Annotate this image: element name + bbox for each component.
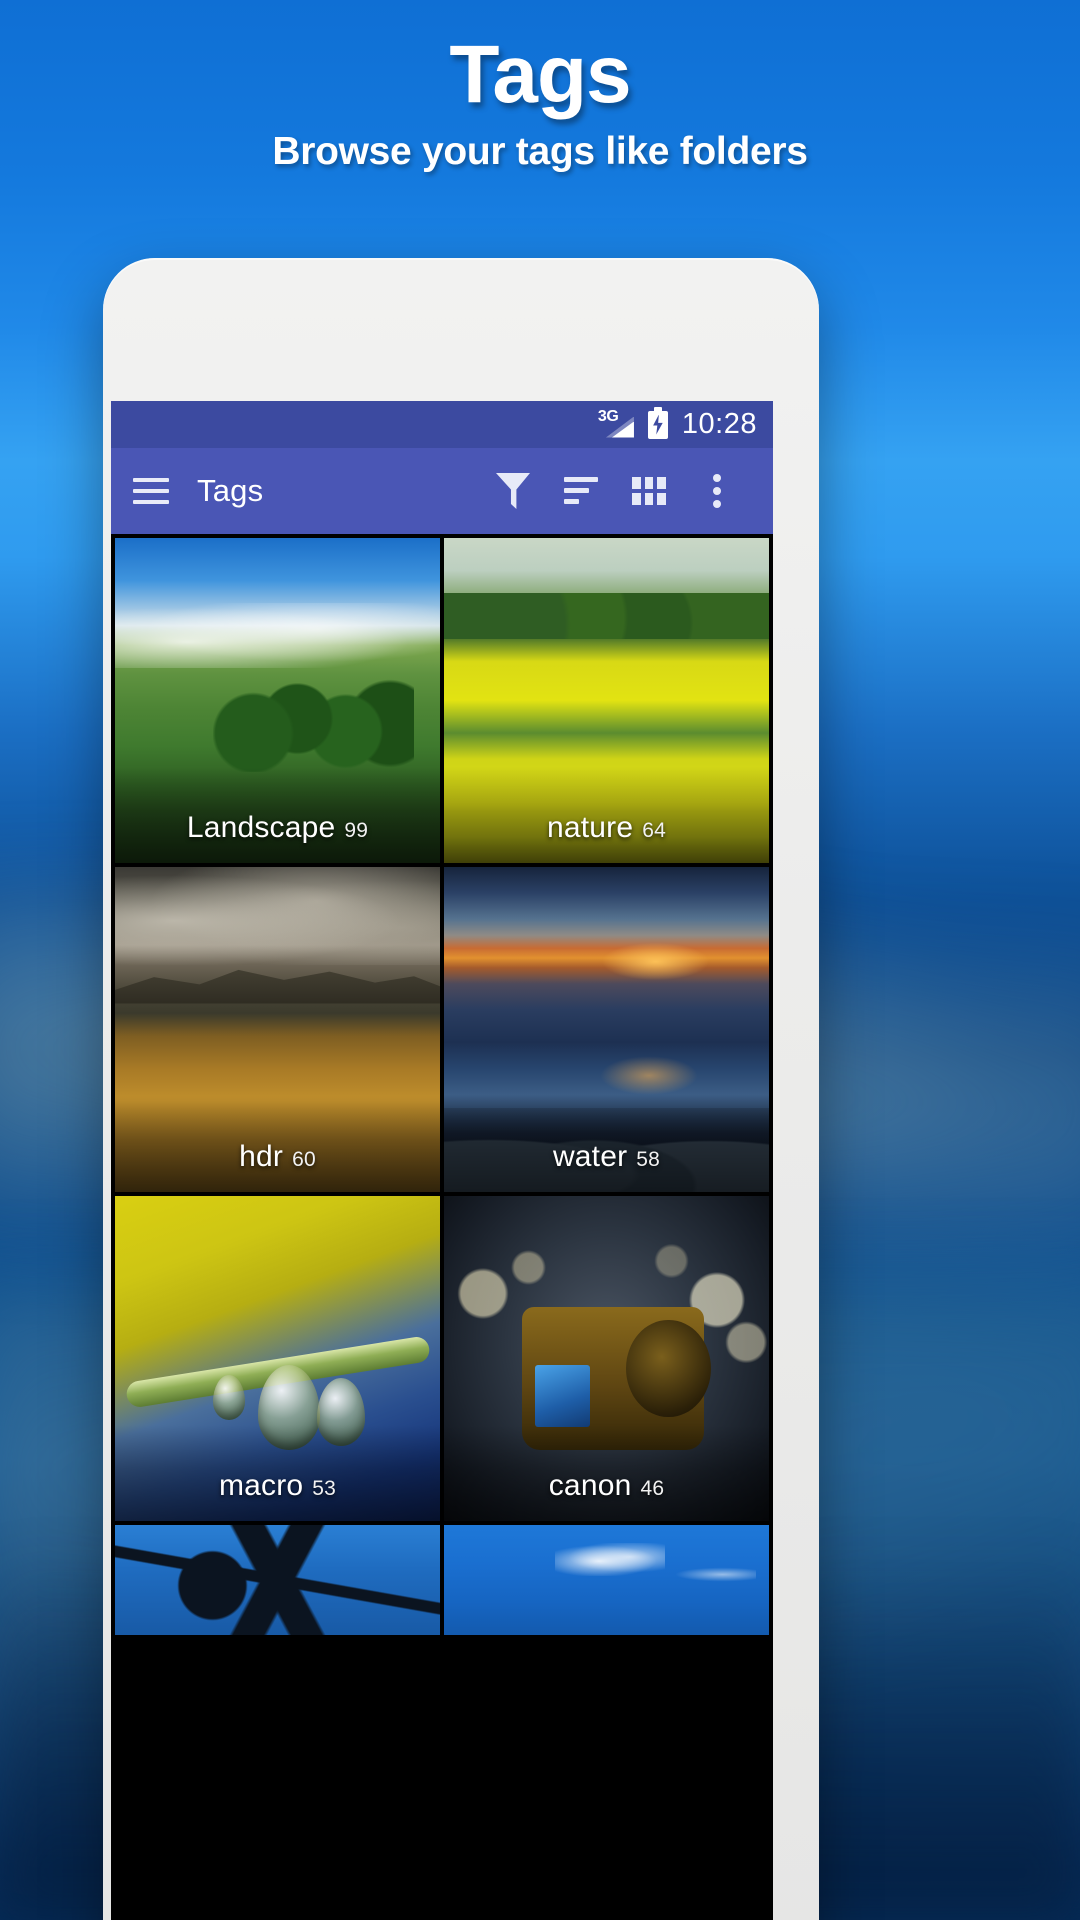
tag-label: macro 53 <box>115 1469 440 1503</box>
charging-bolt-icon <box>653 414 663 435</box>
hamburger-bar <box>133 489 169 493</box>
grid-cell <box>644 477 654 489</box>
grid-cell <box>657 477 666 489</box>
tag-name: canon <box>548 1469 632 1502</box>
status-bar: 3G 10:28 <box>111 401 773 448</box>
tag-name: hdr <box>239 1140 284 1173</box>
tag-name: water <box>552 1140 628 1173</box>
sort-line <box>564 488 589 493</box>
tag-thumbnail <box>115 1525 440 1635</box>
app-toolbar: Tags <box>111 448 773 534</box>
status-bar-right: 3G 10:28 <box>597 406 757 441</box>
tag-tile[interactable]: nature 64 <box>444 538 769 863</box>
sort-line <box>564 477 598 482</box>
signal-icon: 3G <box>597 407 634 440</box>
battery-charging-icon <box>647 406 668 439</box>
thumbnail-detail <box>115 1525 440 1635</box>
status-bar-clock: 10:28 <box>681 408 757 440</box>
overflow-dots-icon <box>713 474 721 508</box>
phone-screen: 3G 10:28 Tags Landscape 99 nature 64 hdr… <box>111 401 773 1920</box>
thumbnail-detail <box>600 1055 698 1095</box>
filter-button[interactable] <box>479 457 547 525</box>
sort-line <box>564 499 579 504</box>
tag-tile-partial[interactable] <box>444 1525 769 1635</box>
filter-funnel-icon <box>496 473 530 509</box>
tag-label: hdr 60 <box>115 1140 440 1174</box>
thumbnail-detail <box>554 1542 665 1576</box>
thumbnail-detail <box>115 867 440 965</box>
page-title: Tags <box>449 29 631 120</box>
tag-label: Landscape 99 <box>115 811 440 845</box>
page-subtitle: Browse your tags like folders <box>272 130 808 174</box>
tag-tile[interactable]: hdr 60 <box>115 867 440 1192</box>
hamburger-menu-icon[interactable] <box>133 478 169 504</box>
screenshot-stage: Tags Browse your tags like folders 3G 10… <box>0 0 1080 1920</box>
tag-label: water 58 <box>444 1140 769 1174</box>
sort-button[interactable] <box>547 457 615 525</box>
hero-block: Tags Browse your tags like folders <box>0 0 1080 174</box>
tag-count: 58 <box>636 1148 661 1171</box>
tag-thumbnail <box>444 1525 769 1635</box>
overflow-dot <box>713 474 721 482</box>
tag-count: 53 <box>312 1477 337 1500</box>
hamburger-bar <box>133 478 169 482</box>
thumbnail-detail <box>535 1365 591 1427</box>
thumbnail-detail <box>212 674 414 772</box>
tag-name: macro <box>218 1469 304 1502</box>
tag-count: 60 <box>292 1148 316 1171</box>
overflow-dot <box>713 487 721 495</box>
grid-cell <box>657 493 666 505</box>
grid-size-button[interactable] <box>615 457 683 525</box>
grid-cell <box>632 477 641 489</box>
tag-name: nature <box>546 811 634 844</box>
tag-count: 99 <box>344 819 369 842</box>
thumbnail-detail <box>671 1566 756 1583</box>
tag-tile-partial[interactable] <box>115 1525 440 1635</box>
tag-count: 64 <box>642 819 667 842</box>
tag-count: 46 <box>640 1477 665 1500</box>
toolbar-title: Tags <box>197 473 264 508</box>
network-type-label: 3G <box>597 407 619 425</box>
thumbnail-detail <box>626 1319 711 1417</box>
tag-tile[interactable]: water 58 <box>444 867 769 1192</box>
grid-cell <box>644 493 654 505</box>
thumbnail-detail <box>600 941 711 981</box>
thumbnail-detail <box>212 1374 245 1421</box>
phone-top-bezel <box>103 258 819 401</box>
grid-icon <box>632 477 666 505</box>
tag-tile[interactable]: Landscape 99 <box>115 538 440 863</box>
tag-name: Landscape <box>186 811 336 844</box>
tag-tile[interactable]: canon 46 <box>444 1196 769 1521</box>
overflow-menu-button[interactable] <box>683 457 751 525</box>
tag-grid: Landscape 99 nature 64 hdr 60 water 58 m… <box>111 534 773 1635</box>
sort-lines-icon <box>564 477 598 505</box>
phone-mockup: 3G 10:28 Tags Landscape 99 nature 64 hdr… <box>103 258 819 1920</box>
thumbnail-detail <box>444 593 769 639</box>
thumbnail-detail <box>115 969 440 1004</box>
hamburger-bar <box>133 500 169 504</box>
tag-label: nature 64 <box>444 811 769 845</box>
grid-cell <box>632 493 641 505</box>
overflow-dot <box>713 500 721 508</box>
tag-label: canon 46 <box>444 1469 769 1503</box>
tag-tile[interactable]: macro 53 <box>115 1196 440 1521</box>
